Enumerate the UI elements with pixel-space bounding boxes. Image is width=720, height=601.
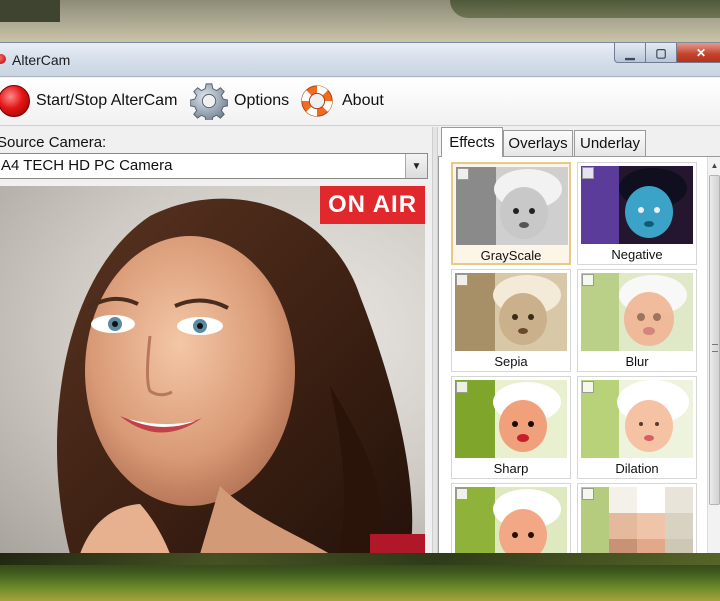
options-label: Options <box>234 92 290 109</box>
desktop-wallpaper-top <box>0 0 720 42</box>
effect-sharp[interactable]: Sharp <box>451 376 571 479</box>
effect-name: Blur <box>625 354 649 369</box>
effect-checkbox[interactable] <box>456 488 468 500</box>
effect-checkbox[interactable] <box>582 274 594 286</box>
effect-checkbox[interactable] <box>582 488 594 500</box>
effect-grayscale[interactable]: GrayScale <box>451 162 571 265</box>
effect-thumbnail <box>581 273 693 351</box>
record-icon <box>0 85 30 117</box>
chevron-down-icon[interactable]: ▼ <box>405 154 427 178</box>
effect-name: Dilation <box>615 461 659 476</box>
start-stop-label: Start/Stop AlterCam <box>36 92 178 109</box>
effect-thumbnail <box>455 380 567 458</box>
start-stop-button[interactable]: Start/Stop AlterCam <box>0 80 177 122</box>
source-camera-label: Source Camera: <box>0 134 107 151</box>
effect-item[interactable] <box>577 483 697 555</box>
altercam-window: AlterCam ▁ ▢ ✕ Start/Stop AlterCam Optio… <box>0 42 720 555</box>
effects-grid: GrayScale Negative Sepia Blur Sharp Dila… <box>451 162 701 555</box>
gear-icon <box>190 83 228 120</box>
effect-dilation[interactable]: Dilation <box>577 376 697 479</box>
source-camera-value: A4 TECH HD PC Camera <box>1 157 173 174</box>
wallpaper-shade <box>0 0 60 22</box>
effect-thumbnail <box>581 487 693 555</box>
effects-panel: Effects Overlays Underlay GrayScale Nega… <box>438 127 720 555</box>
options-button[interactable]: Options <box>190 80 289 122</box>
desktop-wallpaper-bottom <box>0 553 720 601</box>
effect-name: Sepia <box>494 354 528 369</box>
window-title: AlterCam <box>12 52 71 68</box>
app-icon <box>0 54 6 64</box>
tab-effects[interactable]: Effects <box>441 127 503 157</box>
about-button[interactable]: About <box>298 80 384 122</box>
minimize-button[interactable]: ▁ <box>614 43 646 63</box>
preview-image <box>56 198 425 554</box>
effect-name: Sharp <box>493 461 529 476</box>
effect-name: Negative <box>611 247 663 262</box>
tab-underlay[interactable]: Underlay <box>574 130 646 156</box>
effect-checkbox[interactable] <box>456 381 468 393</box>
effect-checkbox[interactable] <box>456 274 468 286</box>
effect-item[interactable] <box>451 483 571 555</box>
effects-list: GrayScale Negative Sepia Blur Sharp Dila… <box>438 156 720 555</box>
tab-overlays[interactable]: Overlays <box>503 130 573 156</box>
camera-panel: Source Camera: A4 TECH HD PC Camera ▼ ON… <box>0 127 432 554</box>
effect-name: GrayScale <box>480 248 542 263</box>
effect-sepia[interactable]: Sepia <box>451 269 571 372</box>
effect-checkbox[interactable] <box>582 381 594 393</box>
grip-icon <box>712 344 718 352</box>
effect-checkbox[interactable] <box>457 168 469 180</box>
source-camera-select[interactable]: A4 TECH HD PC Camera ▼ <box>0 153 428 179</box>
effect-thumbnail <box>581 166 693 244</box>
effect-thumbnail <box>455 273 567 351</box>
title-bar[interactable]: AlterCam ▁ ▢ ✕ <box>0 43 720 77</box>
lifebuoy-icon <box>301 85 333 117</box>
effect-negative[interactable]: Negative <box>577 162 697 265</box>
effects-scrollbar[interactable]: ▲ <box>707 157 720 555</box>
scrollbar-thumb[interactable] <box>709 175 720 505</box>
close-button[interactable]: ✕ <box>676 43 720 63</box>
effect-thumbnail <box>581 380 693 458</box>
wallpaper-hill <box>450 0 720 18</box>
effect-checkbox[interactable] <box>582 167 594 179</box>
effect-thumbnail <box>455 487 567 555</box>
toolbar: Start/Stop AlterCam Options About <box>0 78 720 126</box>
about-label: About <box>342 92 384 109</box>
effect-blur[interactable]: Blur <box>577 269 697 372</box>
scroll-up-icon[interactable]: ▲ <box>708 157 720 173</box>
on-air-badge: ON AIR <box>320 186 425 224</box>
camera-preview: ON AIR <box>0 186 425 554</box>
effect-thumbnail <box>456 167 568 245</box>
maximize-button[interactable]: ▢ <box>645 43 677 63</box>
